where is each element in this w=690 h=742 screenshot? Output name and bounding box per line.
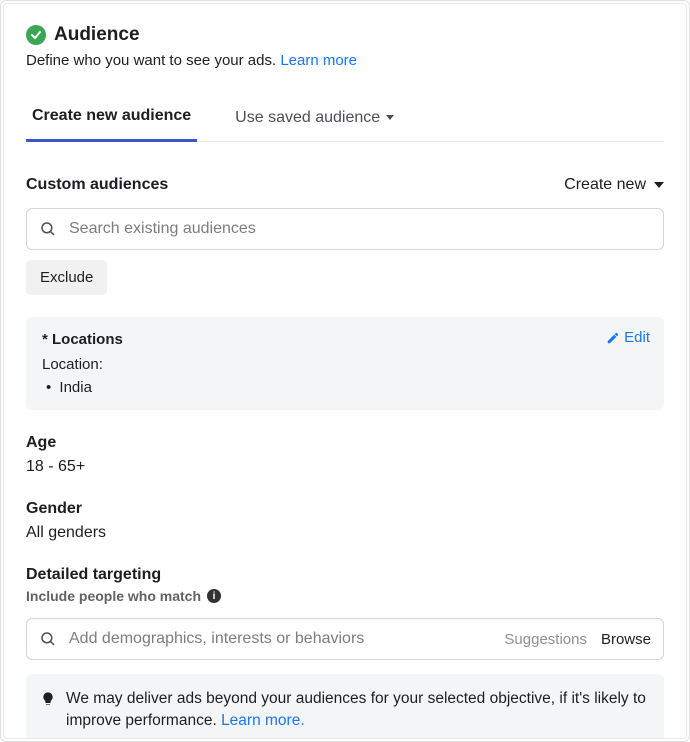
page-subtitle: Define who you want to see your ads. Lea… xyxy=(26,52,664,69)
lightbulb-icon xyxy=(40,690,56,733)
location-line-label: Location: xyxy=(42,356,648,373)
detailed-targeting-sublabel: Include people who match i xyxy=(26,588,664,604)
chevron-down-icon xyxy=(654,182,664,188)
custom-audience-search[interactable] xyxy=(26,208,664,250)
edit-locations-button[interactable]: Edit xyxy=(606,329,650,346)
delivery-note-text: We may deliver ads beyond your audiences… xyxy=(66,690,646,729)
tab-use-saved-audience[interactable]: Use saved audience xyxy=(229,99,400,141)
age-value: 18 - 65+ xyxy=(26,458,664,476)
locations-panel: * Locations Edit Location: India xyxy=(26,317,664,410)
create-new-audience-button[interactable]: Create new xyxy=(564,176,664,194)
custom-audiences-label: Custom audiences xyxy=(26,176,168,194)
delivery-learn-more-link[interactable]: Learn more. xyxy=(221,712,305,729)
detailed-targeting-search[interactable]: Suggestions Browse xyxy=(26,618,664,660)
search-icon xyxy=(39,630,57,648)
detailed-targeting-label: Detailed targeting xyxy=(26,566,664,584)
delivery-info-panel: We may deliver ads beyond your audiences… xyxy=(26,674,664,739)
learn-more-link[interactable]: Learn more xyxy=(280,52,357,69)
tab-create-new-audience[interactable]: Create new audience xyxy=(26,97,197,142)
detailed-targeting-input[interactable] xyxy=(67,629,494,649)
suggestions-button[interactable]: Suggestions xyxy=(504,631,587,648)
location-value: India xyxy=(42,379,648,396)
custom-audience-search-input[interactable] xyxy=(67,219,651,239)
gender-label: Gender xyxy=(26,500,664,518)
browse-button[interactable]: Browse xyxy=(601,631,651,648)
gender-value: All genders xyxy=(26,524,664,542)
age-label: Age xyxy=(26,434,664,452)
info-icon[interactable]: i xyxy=(207,589,221,603)
pencil-icon xyxy=(606,331,620,345)
chevron-down-icon xyxy=(386,115,394,120)
exclude-button[interactable]: Exclude xyxy=(26,260,107,295)
locations-label: * Locations xyxy=(42,331,648,348)
audience-check-icon xyxy=(26,25,46,45)
page-title: Audience xyxy=(54,24,140,46)
search-icon xyxy=(39,220,57,238)
